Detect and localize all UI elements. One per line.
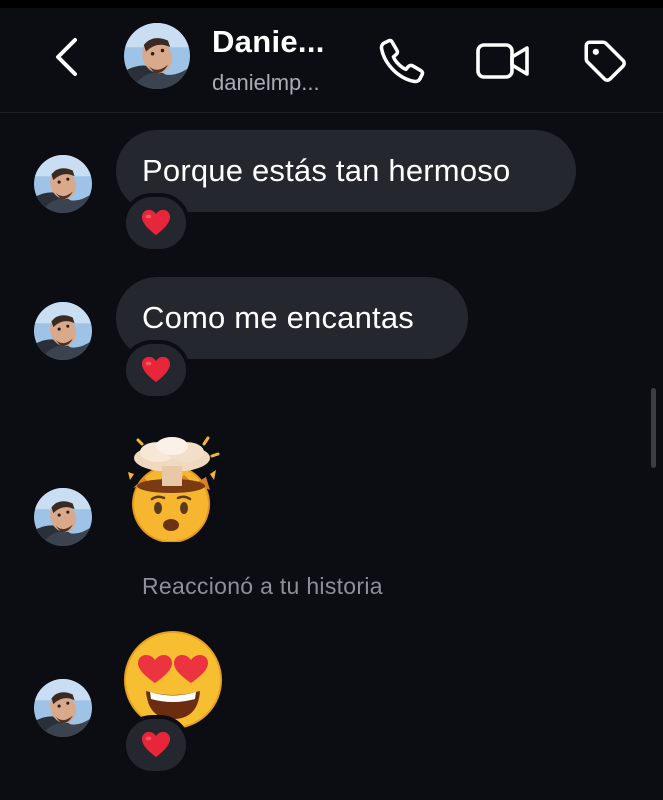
sender-avatar[interactable] (34, 679, 92, 737)
avatar-image (34, 679, 92, 737)
reaction-badge[interactable] (126, 719, 186, 771)
chat-header: Danie... danielmp... (0, 8, 663, 113)
avatar-image (124, 23, 190, 89)
sender-avatar[interactable] (34, 302, 92, 360)
contact-username[interactable]: danielmp... (212, 70, 352, 96)
avatar-image (34, 155, 92, 213)
contact-avatar[interactable] (124, 23, 190, 89)
tag-button[interactable] (578, 34, 632, 88)
heart-icon (142, 356, 170, 383)
sender-avatar[interactable] (34, 488, 92, 546)
phone-icon (379, 38, 425, 84)
voice-call-button[interactable] (375, 34, 429, 88)
video-camera-icon (476, 43, 529, 79)
avatar-image (34, 302, 92, 360)
heart-icon (142, 731, 170, 758)
reaction-badge[interactable] (126, 344, 186, 396)
message-bubble[interactable]: Porque estás tan hermoso (116, 130, 576, 212)
heart-eyes-emoji-icon[interactable] (118, 627, 228, 737)
back-button[interactable] (48, 36, 84, 78)
tag-icon (584, 40, 626, 82)
status-strip (0, 0, 663, 8)
story-reaction-note: Reaccionó a tu historia (142, 573, 383, 599)
chat-screen: Danie... danielmp... Porque estás tan he… (0, 0, 663, 800)
scrollbar[interactable] (651, 388, 656, 468)
chevron-left-icon (56, 38, 77, 76)
exploding-head-emoji-icon[interactable] (118, 432, 228, 542)
avatar-image (34, 488, 92, 546)
reaction-badge[interactable] (126, 197, 186, 249)
heart-icon (142, 209, 170, 236)
sender-avatar[interactable] (34, 155, 92, 213)
video-call-button[interactable] (474, 34, 532, 88)
contact-name[interactable]: Danie... (212, 24, 352, 60)
